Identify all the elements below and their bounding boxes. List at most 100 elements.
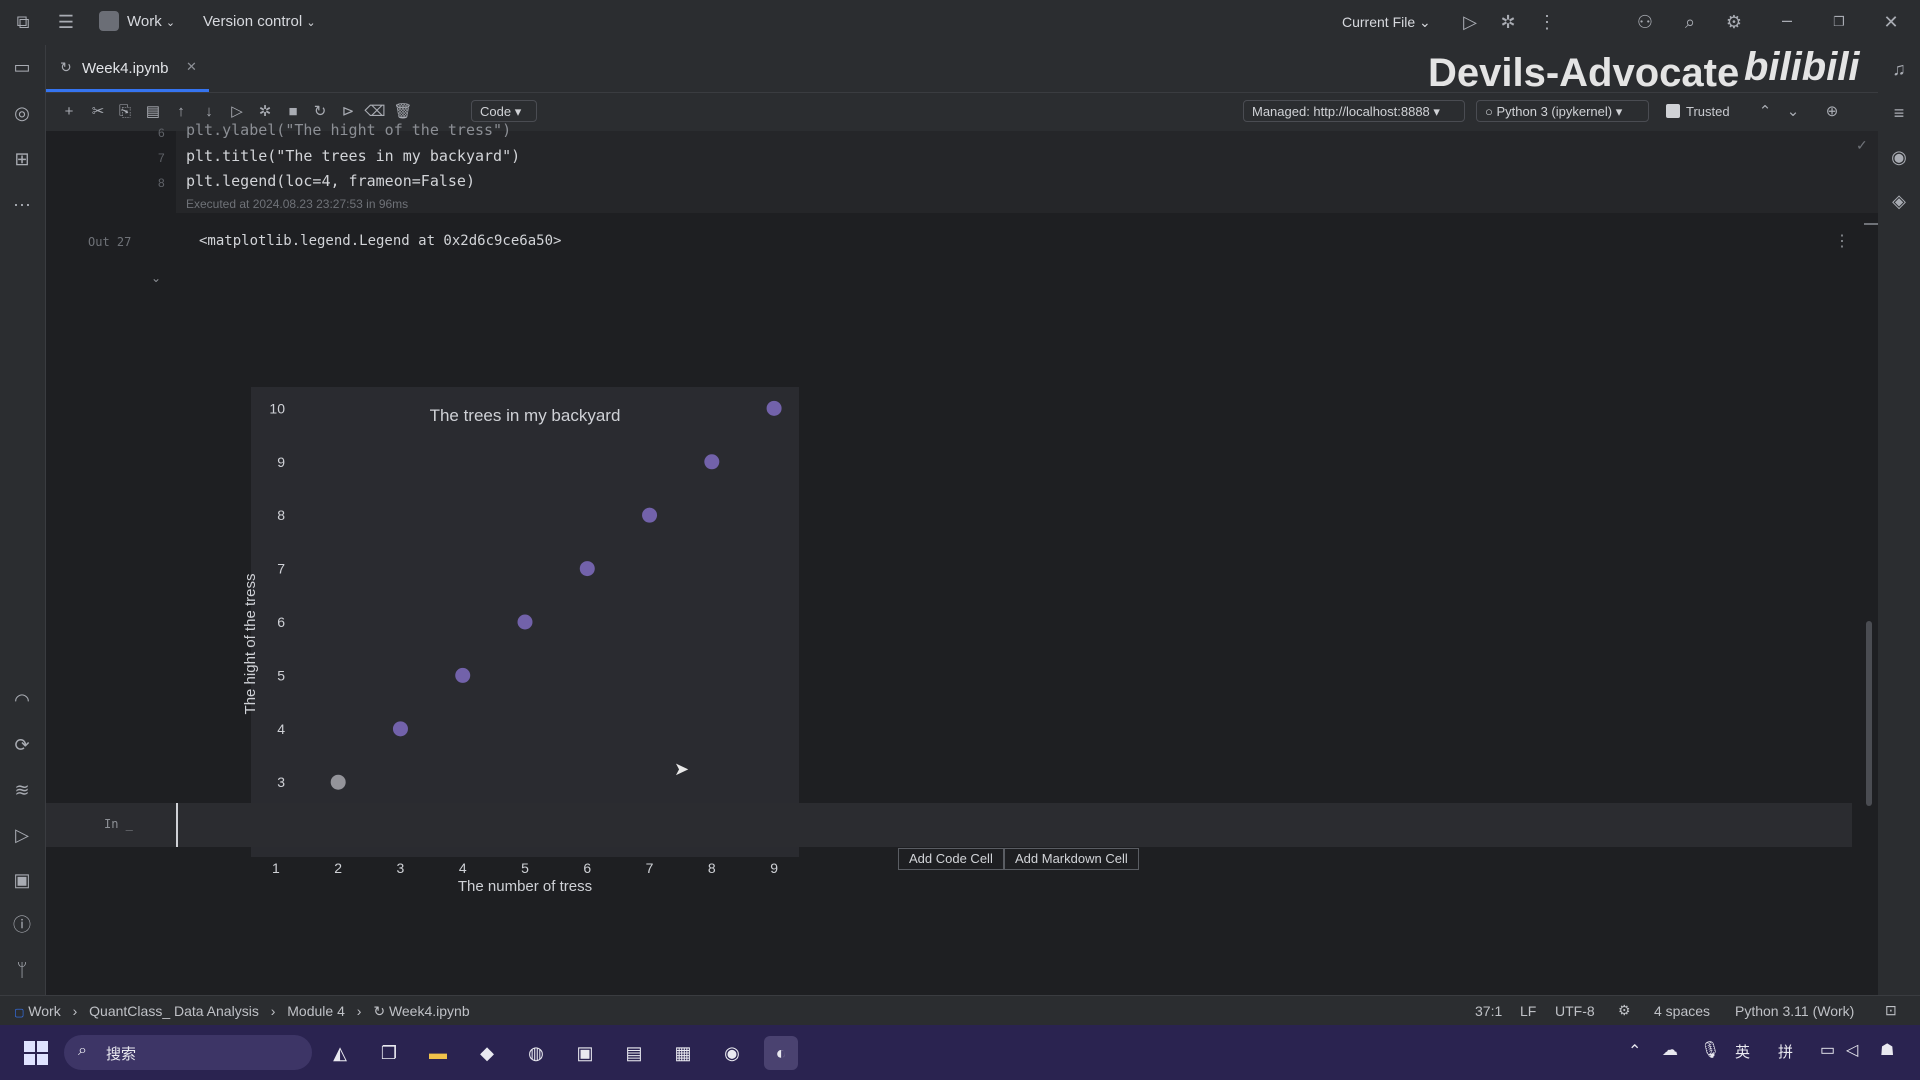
notifications-icon[interactable]: ♫ <box>1888 59 1910 79</box>
code-line[interactable]: plt.legend(loc=4, frameon=False) <box>186 172 475 190</box>
app-icon-1[interactable]: ◭ <box>323 1036 357 1070</box>
tray-overflow-icon[interactable]: ⌃ <box>1628 1041 1641 1061</box>
title-bar: ⧉ ☰ Work ⌄ Version control ⌄ Current Fil… <box>0 0 1920 45</box>
x-tick-label: 1 <box>272 860 280 876</box>
settings-icon[interactable]: ⚙ <box>1723 12 1745 32</box>
delete-icon[interactable]: 🗑 <box>392 101 414 123</box>
cell-type-select[interactable]: Code ▾ <box>471 100 537 122</box>
crumb-file[interactable]: Week4.ipynb <box>389 1003 470 1019</box>
app-icon-10[interactable]: ◐ <box>764 1036 798 1070</box>
run-tool-icon[interactable]: ▷ <box>11 825 33 845</box>
trusted-checkbox[interactable] <box>1666 104 1680 118</box>
more-icon[interactable]: ⋮ <box>1536 12 1558 32</box>
tab-week4[interactable]: ↻ Week4.ipynb ✕ <box>46 45 209 92</box>
database-icon[interactable]: ≡ <box>1888 103 1910 123</box>
pycharm-icon[interactable]: ▣ <box>568 1036 602 1070</box>
sync-icon[interactable]: ◠ <box>11 690 33 710</box>
app-icon-7[interactable]: ▤ <box>617 1036 651 1070</box>
folder-icon[interactable]: ▭ <box>11 57 33 77</box>
chrome-icon[interactable]: ◉ <box>715 1036 749 1070</box>
run-icon[interactable]: ▷ <box>1459 12 1481 32</box>
crumb-project[interactable]: Work <box>28 1003 60 1019</box>
search-icon[interactable]: ⌕ <box>1679 12 1701 32</box>
add-cell-icon[interactable]: + <box>58 101 80 123</box>
taskbar-search[interactable]: ⌕ 搜索 <box>64 1035 312 1070</box>
execution-info: Executed at 2024.08.23 23:27:53 in 96ms <box>186 197 409 211</box>
code-line[interactable]: plt.title("The trees in my backyard") <box>186 147 520 165</box>
ime-language[interactable]: 英 <box>1735 1041 1750 1062</box>
lock-icon[interactable]: ⊡ <box>1885 1002 1897 1019</box>
microphone-icon[interactable]: 🎙 <box>1700 1040 1720 1060</box>
output-menu-icon[interactable]: ⋮ <box>1834 231 1850 251</box>
git-icon[interactable]: ᛘ <box>11 960 33 980</box>
notepad-icon[interactable]: ▦ <box>666 1036 700 1070</box>
layers-icon[interactable]: ≋ <box>11 780 33 800</box>
start-icon[interactable] <box>24 1041 48 1065</box>
run-cell-icon[interactable]: ▷ <box>226 101 248 123</box>
chevron-down-icon: ⌄ <box>165 17 176 29</box>
line-ending[interactable]: LF <box>1520 1003 1536 1019</box>
mouse-cursor-icon: ➤ <box>674 759 690 779</box>
terminal-icon[interactable]: ▣ <box>11 870 33 890</box>
empty-input-cell[interactable] <box>46 803 1852 847</box>
project-selector[interactable]: Work ⌄ <box>127 13 175 30</box>
more-tools-icon[interactable]: ⋯ <box>11 195 33 215</box>
ime-mode[interactable]: 拼 <box>1778 1041 1793 1062</box>
volume-icon[interactable]: ◁ <box>1846 1040 1858 1060</box>
crumb-module[interactable]: Module 4 <box>287 1003 345 1019</box>
restart-kernel-icon[interactable]: ↻ <box>309 101 331 123</box>
debug-icon[interactable]: ✲ <box>1497 12 1519 32</box>
line-number: 8 <box>158 176 165 190</box>
code-line[interactable]: plt.ylabel("The hight of the tress") <box>186 121 511 139</box>
account-icon[interactable]: ⚇ <box>1634 12 1656 32</box>
cut-icon[interactable]: ✂ <box>87 101 109 123</box>
problems-icon[interactable]: ⓘ <box>11 915 33 935</box>
copy-icon[interactable]: ⎘ <box>114 101 136 123</box>
ai-icon[interactable]: ⚙ <box>1618 1002 1631 1019</box>
vertical-scrollbar[interactable] <box>1866 621 1872 806</box>
ai-assistant-icon[interactable]: ◉ <box>1888 147 1910 167</box>
debug-cell-icon[interactable]: ✲ <box>254 101 276 123</box>
move-down-icon[interactable]: ↓ <box>198 101 220 123</box>
tab-close-icon[interactable]: ✕ <box>186 59 197 75</box>
paste-icon[interactable]: ▤ <box>142 101 164 123</box>
wechat-icon[interactable]: ◍ <box>519 1036 553 1070</box>
close-icon[interactable]: ✕ <box>1880 12 1902 32</box>
ide-logo-icon[interactable]: ⧉ <box>12 12 34 32</box>
structure-icon[interactable]: ⊞ <box>11 149 33 169</box>
python-console-icon[interactable]: ⟳ <box>11 735 33 755</box>
line-number: 6 <box>158 126 165 140</box>
server-select[interactable]: Managed: http://localhost:8888 ▾ <box>1243 100 1465 122</box>
globe-icon[interactable]: ⊕ <box>1821 101 1843 123</box>
network-icon[interactable]: ▭ <box>1820 1040 1835 1060</box>
file-explorer-icon[interactable]: ▬ <box>421 1036 455 1070</box>
app-icon-4[interactable]: ◆ <box>470 1036 504 1070</box>
minimize-icon[interactable]: – <box>1776 10 1798 30</box>
notification-center-icon[interactable]: ☗ <box>1880 1040 1894 1060</box>
task-view-icon[interactable]: ❐ <box>372 1036 406 1070</box>
next-cell-icon[interactable]: ⌄ <box>1782 101 1804 123</box>
main-menu-icon[interactable]: ☰ <box>55 12 77 32</box>
crumb-folder[interactable]: QuantClass_ Data Analysis <box>89 1003 259 1019</box>
python-interpreter[interactable]: Python 3.11 (Work) <box>1735 1003 1854 1019</box>
file-encoding[interactable]: UTF-8 <box>1555 1003 1595 1019</box>
indent-setting[interactable]: 4 spaces <box>1654 1003 1710 1019</box>
version-control-menu[interactable]: Version control ⌄ <box>203 13 316 30</box>
run-config-selector[interactable]: Current File ⌄ <box>1342 14 1431 31</box>
collapse-output-icon[interactable]: ⌄ <box>151 271 161 285</box>
jupyter-icon[interactable]: ◎ <box>11 103 33 123</box>
run-all-icon[interactable]: ⊳ <box>337 101 359 123</box>
kernel-select[interactable]: ○ Python 3 (ipykernel) ▾ <box>1476 100 1649 122</box>
restore-icon[interactable]: ❐ <box>1828 12 1850 32</box>
previous-cell-icon[interactable]: ⌃ <box>1754 101 1776 123</box>
copilot-icon[interactable]: ◈ <box>1888 191 1910 211</box>
move-up-icon[interactable]: ↑ <box>170 101 192 123</box>
onedrive-icon[interactable]: ☁ <box>1662 1040 1678 1060</box>
stop-icon[interactable]: ■ <box>282 101 304 123</box>
cursor-position[interactable]: 37:1 <box>1475 1003 1502 1019</box>
add-code-cell-button[interactable]: Add Code Cell <box>898 848 1004 870</box>
scatter-point <box>330 774 346 790</box>
clear-outputs-icon[interactable]: ⌫ <box>364 101 386 123</box>
add-markdown-cell-button[interactable]: Add Markdown Cell <box>1004 848 1139 870</box>
editor-tab-bar: ↻ Week4.ipynb ✕ Devils-Advocate bilibili <box>46 45 1878 95</box>
